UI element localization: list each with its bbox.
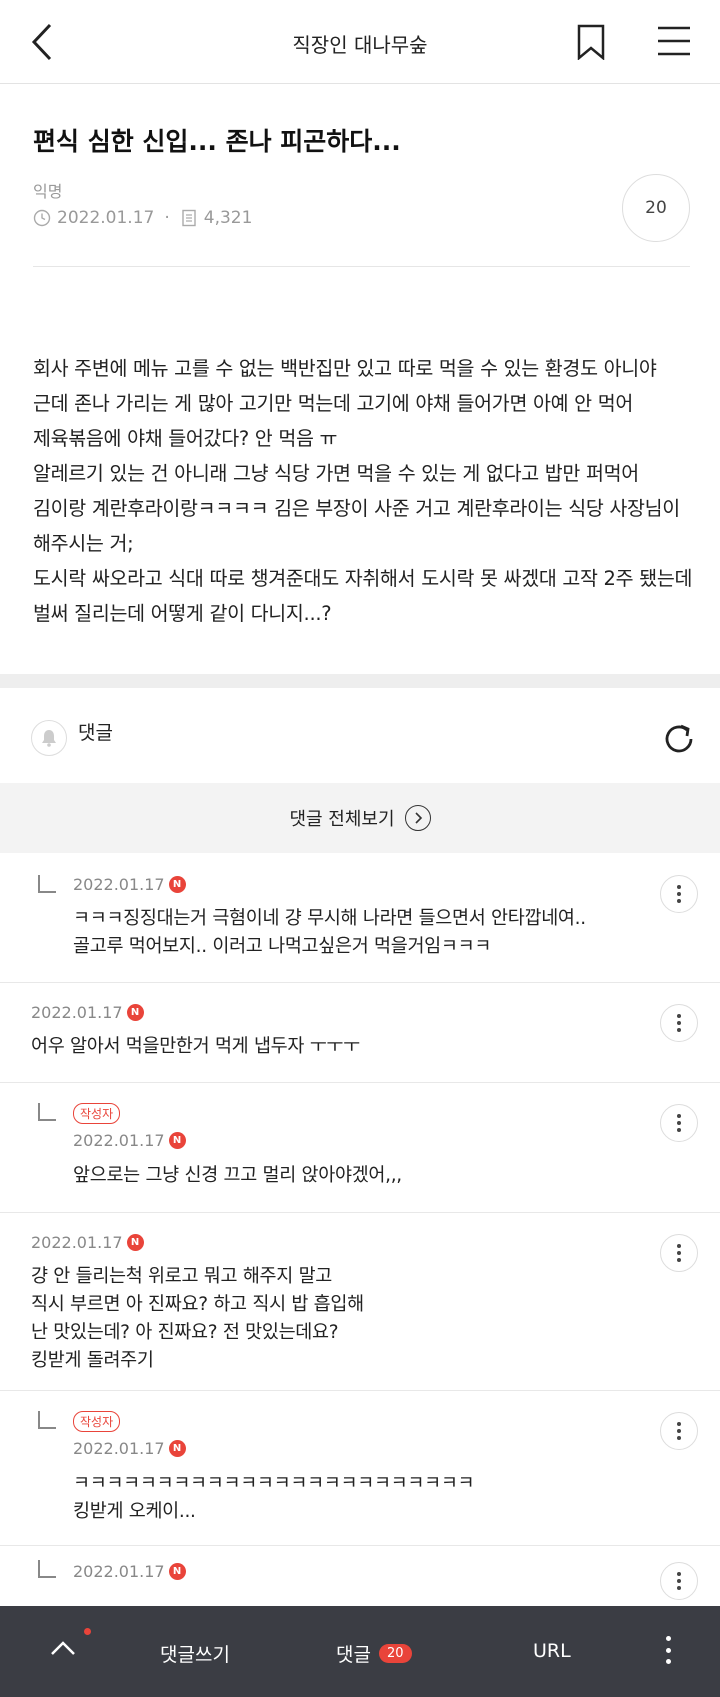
comments-button[interactable]: 댓글 20	[336, 1640, 412, 1667]
comment-text: ㅋㅋㅋㅋㅋㅋㅋㅋㅋㅋㅋㅋㅋㅋㅋㅋㅋㅋㅋㅋㅋㅋㅋㅋ 킹받게 오케이...	[73, 1473, 475, 1522]
refresh-icon[interactable]	[660, 720, 698, 758]
comment-date: 2022.01.17	[73, 875, 165, 894]
chevron-right-icon	[404, 805, 431, 831]
new-badge: N	[168, 1563, 186, 1580]
section-divider	[0, 674, 720, 688]
more-options-icon[interactable]	[660, 1104, 698, 1142]
more-options-icon[interactable]	[660, 1562, 698, 1600]
comment-date-row: 2022.01.17 N	[31, 1233, 144, 1252]
comment-date: 2022.01.17	[31, 1003, 123, 1022]
comment-item: 2022.01.17 N 걍 안 들리는척 위로고 뭐고 해주지 말고 직시 부…	[0, 1213, 720, 1391]
top-app-bar: 직장인 대나무숲	[0, 0, 720, 84]
author-badge: 작성자	[73, 1411, 121, 1432]
copy-url-button[interactable]: URL	[533, 1640, 571, 1662]
comment-item: 2022.01.17 N 어우 알아서 먹을만한거 먹게 냅두자 ㅜㅜㅜ	[0, 983, 720, 1083]
reply-arrow-icon	[38, 1560, 56, 1578]
document-icon	[180, 209, 198, 227]
comment-date: 2022.01.17	[73, 1131, 165, 1150]
chevron-up-icon[interactable]	[48, 1636, 78, 1660]
author-badge: 작성자	[73, 1103, 121, 1124]
write-comment-button[interactable]: 댓글쓰기	[160, 1640, 230, 1667]
post-views: 4,321	[203, 208, 253, 228]
new-badge: N	[168, 1440, 186, 1457]
comment-date-row: 2022.01.17 N	[31, 1003, 144, 1022]
notification-dot	[84, 1628, 91, 1635]
comment-count-button[interactable]: 20	[622, 174, 690, 242]
comment-text: ㅋㅋㅋ징징대는거 극혐이네 걍 무시해 나라면 들으면서 안타깝네여.. 골고루…	[73, 908, 592, 957]
more-options-icon[interactable]	[660, 1234, 698, 1272]
post-meta: 2022.01.17 · 4,321	[33, 208, 252, 228]
board-title: 직장인 대나무숲	[292, 33, 428, 57]
hamburger-menu-icon[interactable]	[656, 24, 692, 58]
divider	[33, 266, 690, 267]
reply-arrow-icon	[38, 1411, 56, 1429]
bookmark-icon[interactable]	[576, 24, 606, 61]
post-author: 익명	[33, 182, 63, 201]
bell-icon[interactable]	[31, 720, 67, 756]
comment-item: 작성자 2022.01.17 N ㅋㅋㅋㅋㅋㅋㅋㅋㅋㅋㅋㅋㅋㅋㅋㅋㅋㅋㅋㅋㅋㅋㅋ…	[0, 1391, 720, 1546]
post-date: 2022.01.17	[57, 208, 155, 228]
comment-item: 2022.01.17 N	[0, 1546, 720, 1606]
post-title: 편식 심한 신입... 존나 피곤하다...	[33, 127, 401, 156]
comment-text: 걍 안 들리는척 위로고 뭐고 해주지 말고 직시 부르면 아 진짜요? 하고 …	[31, 1266, 364, 1371]
comment-date: 2022.01.17	[73, 1439, 165, 1458]
new-badge: N	[126, 1234, 144, 1251]
comment-item: 2022.01.17 N ㅋㅋㅋ징징대는거 극혐이네 걍 무시해 나라면 들으면…	[0, 853, 720, 983]
post-body: 회사 주변에 메뉴 고를 수 없는 백반집만 있고 따로 먹을 수 있는 환경도…	[33, 357, 693, 625]
clock-icon	[33, 209, 51, 227]
comment-date-row: 2022.01.17 N	[73, 1439, 186, 1458]
comment-date: 2022.01.17	[73, 1562, 165, 1581]
comments-label: 댓글	[78, 722, 113, 744]
new-badge: N	[168, 1132, 186, 1149]
comment-date-row: 2022.01.17 N	[73, 1562, 186, 1581]
comment-text: 앞으로는 그냥 신경 끄고 멀리 앉아야겠어,,,	[73, 1165, 402, 1186]
new-badge: N	[126, 1004, 144, 1021]
comment-count-badge: 20	[378, 1644, 412, 1663]
reply-arrow-icon	[38, 875, 56, 893]
bottom-action-bar: 댓글쓰기 댓글 20 URL	[0, 1606, 720, 1697]
meta-separator: ·	[164, 208, 170, 228]
comment-date-row: 2022.01.17 N	[73, 1131, 186, 1150]
view-all-label: 댓글 전체보기	[289, 809, 395, 830]
comment-date-row: 2022.01.17 N	[73, 875, 186, 894]
more-options-icon[interactable]	[660, 1004, 698, 1042]
more-vertical-icon[interactable]	[664, 1636, 672, 1664]
comment-text: 어우 알아서 먹을만한거 먹게 냅두자 ㅜㅜㅜ	[31, 1036, 360, 1057]
reply-arrow-icon	[38, 1103, 56, 1121]
view-all-comments-button[interactable]: 댓글 전체보기	[0, 783, 720, 853]
more-options-icon[interactable]	[660, 875, 698, 913]
comment-date: 2022.01.17	[31, 1233, 123, 1252]
more-options-icon[interactable]	[660, 1412, 698, 1450]
new-badge: N	[168, 876, 186, 893]
comments-button-label: 댓글	[336, 1644, 371, 1666]
comment-item: 작성자 2022.01.17 N 앞으로는 그냥 신경 끄고 멀리 앉아야겠어,…	[0, 1083, 720, 1213]
